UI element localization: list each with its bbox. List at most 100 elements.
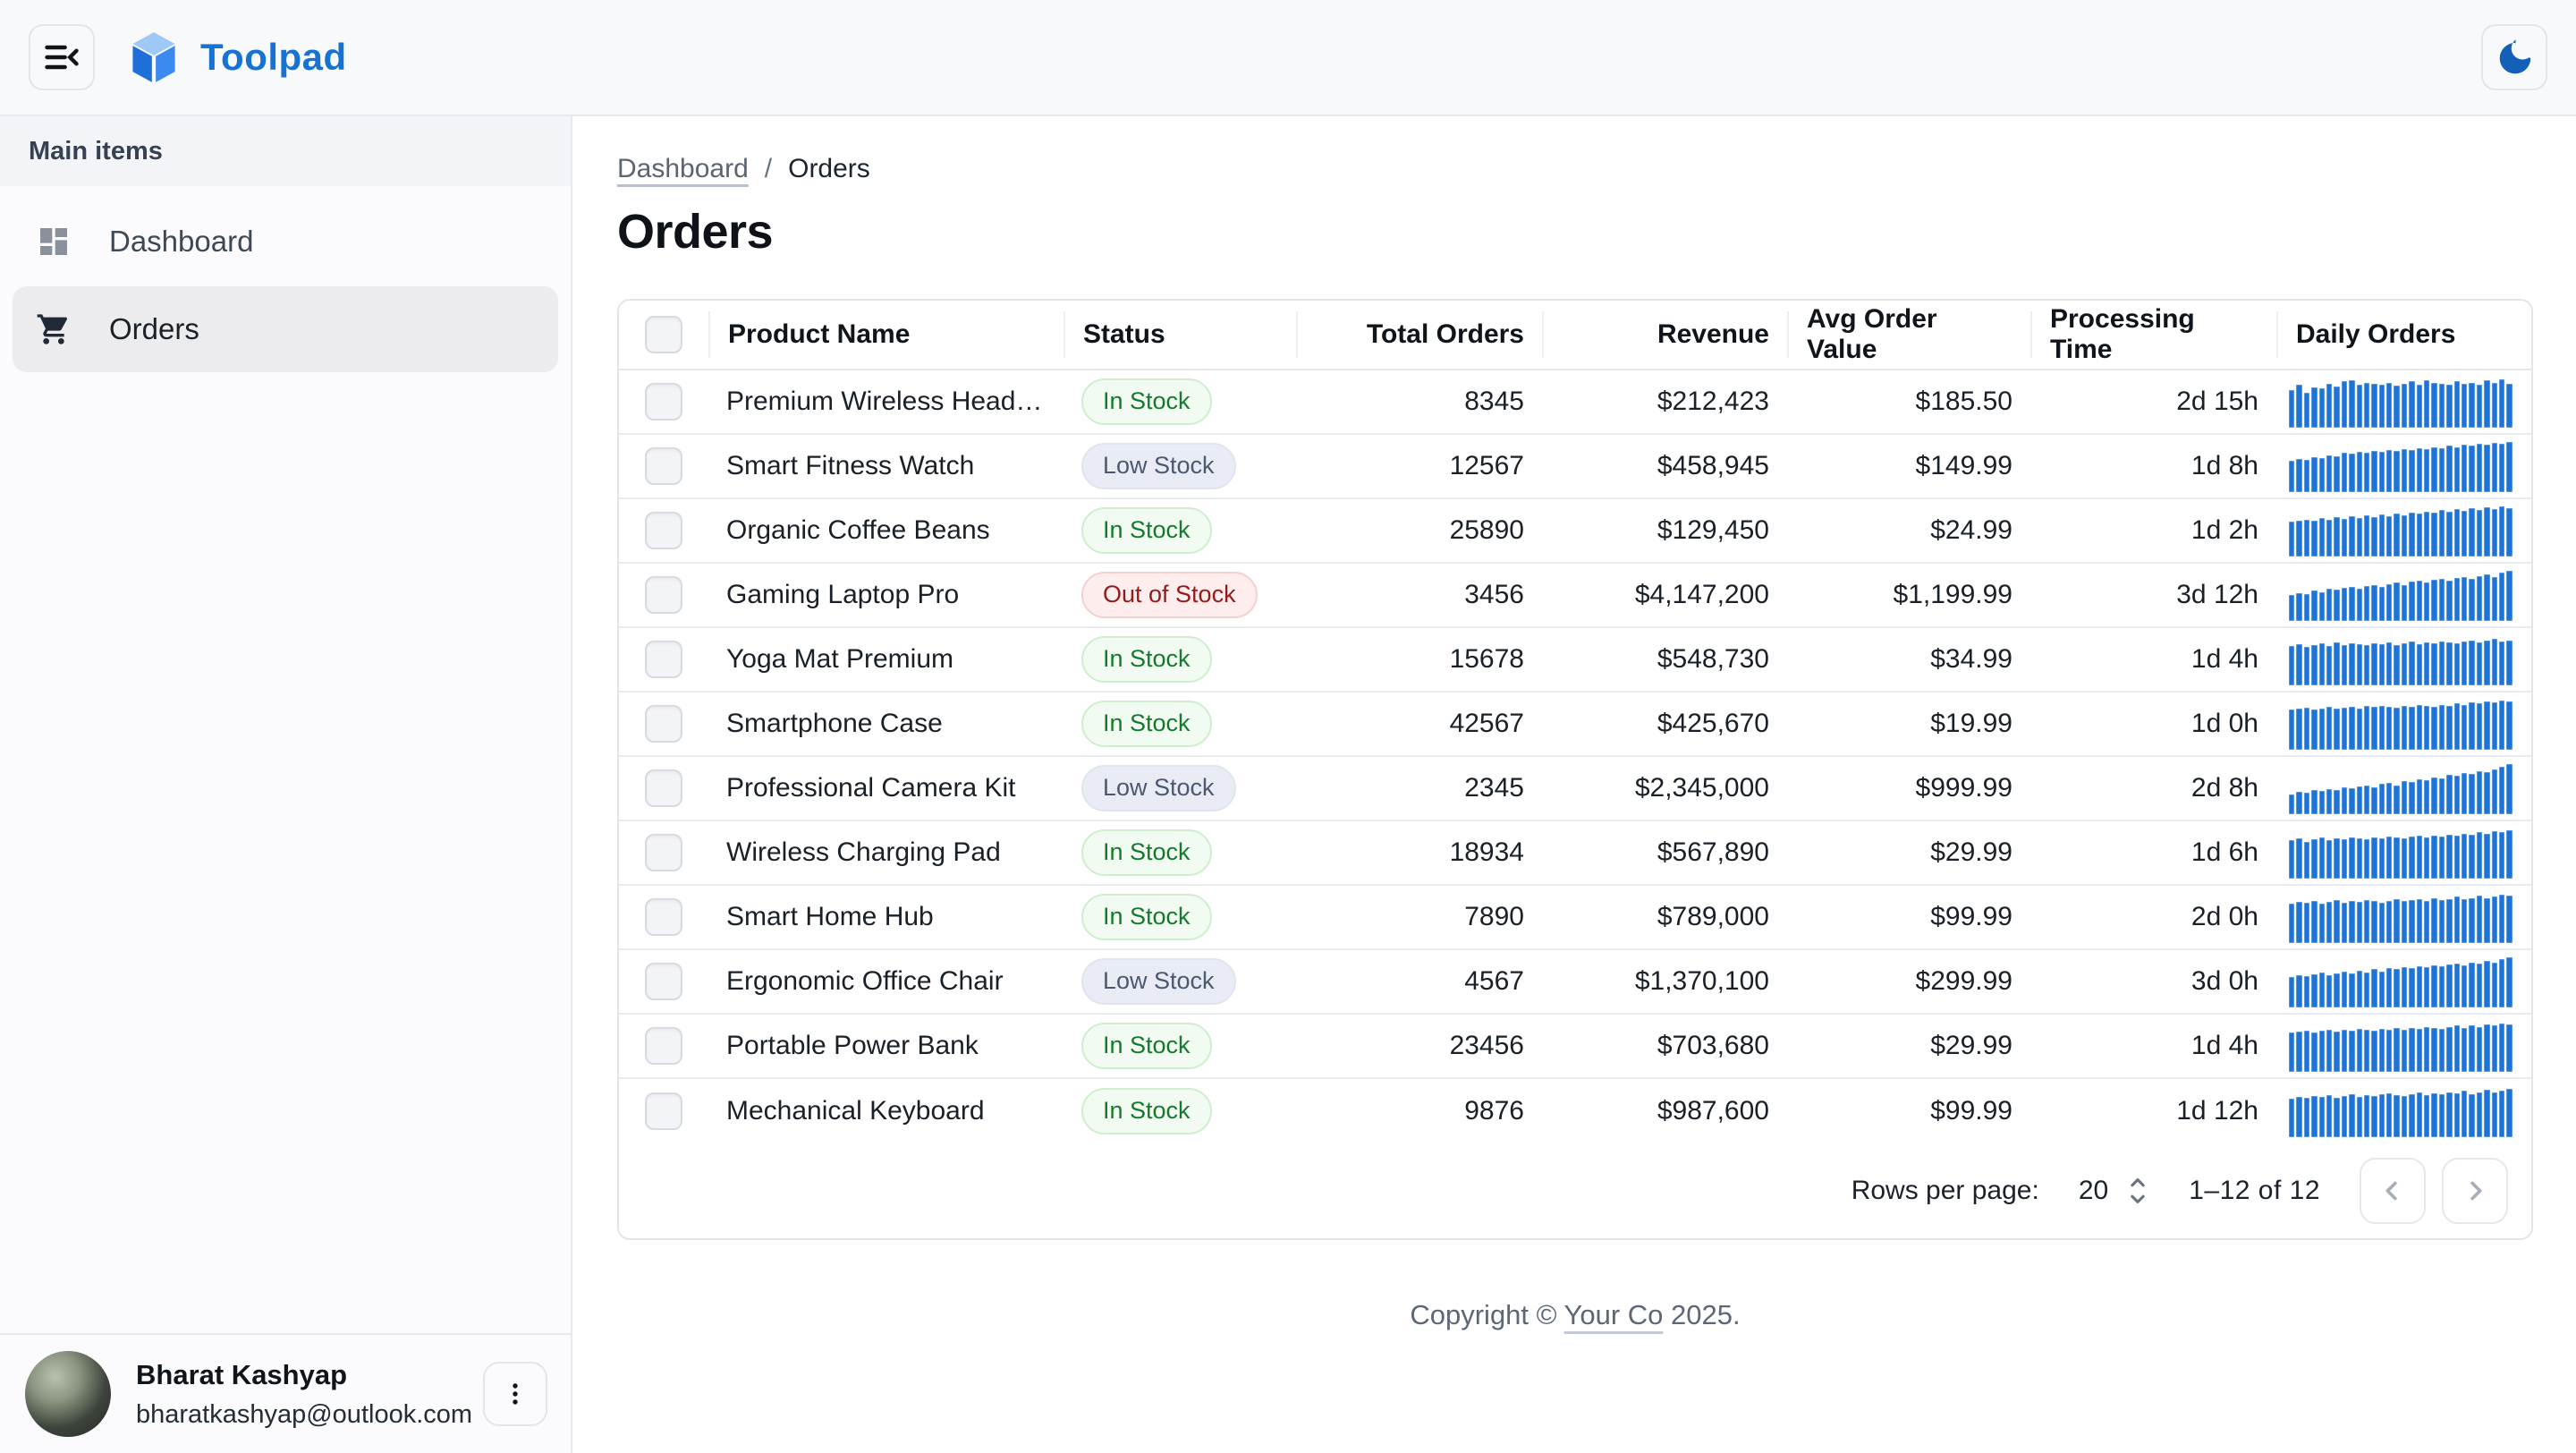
sparkline-bar <box>2484 961 2489 1007</box>
sparkline-bar <box>2469 963 2474 1007</box>
breadcrumb-dashboard-link[interactable]: Dashboard <box>617 154 749 184</box>
avg-order-value-cell: $999.99 <box>1787 773 2030 803</box>
sparkline-bar <box>2319 592 2325 621</box>
sparkline-bar <box>2379 784 2385 814</box>
vertical-dots-icon <box>499 1378 531 1410</box>
sparkline-bar <box>2326 975 2332 1007</box>
sparkline-bar <box>2477 964 2482 1007</box>
sparkline-bar <box>2349 516 2354 557</box>
sparkline-bar <box>2289 904 2294 943</box>
sparkline-bar <box>2424 837 2429 879</box>
sparkline-bar <box>2364 1095 2369 1137</box>
sparkline-bar <box>2386 642 2392 685</box>
row-checkbox[interactable] <box>645 769 682 807</box>
row-checkbox[interactable] <box>645 1027 682 1065</box>
row-checkbox[interactable] <box>645 512 682 549</box>
row-checkbox[interactable] <box>645 898 682 936</box>
row-checkbox[interactable] <box>645 1092 682 1130</box>
sparkline-bar <box>2296 838 2301 879</box>
rows-per-page-select[interactable]: 20 <box>2079 1176 2149 1206</box>
sparkline-bar <box>2499 642 2504 685</box>
sparkline-bar <box>2334 590 2339 621</box>
sparkline-bar <box>2417 514 2422 557</box>
sparkline-bar <box>2439 642 2445 685</box>
table-row: Smartphone CaseIn Stock42567$425,670$19.… <box>619 693 2531 757</box>
sparkline-bar <box>2446 1027 2452 1072</box>
sparkline-bar <box>2439 900 2445 943</box>
theme-toggle-button[interactable] <box>2481 24 2547 90</box>
sparkline-bar <box>2424 380 2429 428</box>
brand[interactable]: Toolpad <box>131 30 347 84</box>
sparkline-bar <box>2304 842 2309 879</box>
sparkline-bar <box>2379 903 2385 943</box>
sparkline-bar <box>2409 642 2414 685</box>
row-checkbox-cell <box>619 705 708 743</box>
sparkline-bar <box>2319 973 2325 1007</box>
sparkline-bar <box>2371 643 2377 685</box>
previous-page-button[interactable] <box>2360 1158 2426 1224</box>
sparkline-bar <box>2431 580 2436 621</box>
row-checkbox[interactable] <box>645 641 682 678</box>
product-name-cell: Professional Camera Kit <box>708 773 1063 803</box>
sparkline-bar <box>2409 582 2414 621</box>
sparkline-bar <box>2469 446 2474 492</box>
sidebar-nav: Dashboard Orders <box>0 186 571 372</box>
sidebar-item-orders[interactable]: Orders <box>13 286 558 372</box>
status-cell: In Stock <box>1063 829 1296 876</box>
status-badge: In Stock <box>1081 894 1212 940</box>
sparkline-bar <box>2484 1024 2489 1072</box>
sparkline-bar <box>2506 571 2512 621</box>
row-checkbox[interactable] <box>645 447 682 485</box>
sparkline-bar <box>2326 902 2332 943</box>
sidebar-item-dashboard[interactable]: Dashboard <box>13 199 558 285</box>
revenue-cell: $1,370,100 <box>1542 966 1787 997</box>
table-row: Professional Camera KitLow Stock2345$2,3… <box>619 757 2531 821</box>
processing-time-cell: 1d 8h <box>2030 451 2276 481</box>
sparkline-bar <box>2439 579 2445 621</box>
row-checkbox[interactable] <box>645 383 682 421</box>
menu-toggle-button[interactable] <box>29 24 95 90</box>
row-checkbox[interactable] <box>645 834 682 871</box>
sparkline-bar <box>2357 709 2362 750</box>
sparkline-bar <box>2492 577 2497 621</box>
sparkline-bar <box>2394 386 2399 428</box>
table-row: Organic Coffee BeansIn Stock25890$129,45… <box>619 499 2531 564</box>
sparkline-bar <box>2357 452 2362 492</box>
sparkline-bar <box>2379 706 2385 750</box>
sparkline-bar <box>2431 447 2436 492</box>
total-orders-cell: 15678 <box>1296 644 1542 675</box>
sparkline-bar <box>2357 518 2362 557</box>
sparkline-bar <box>2334 973 2339 1007</box>
product-name-cell: Smart Fitness Watch <box>708 451 1063 481</box>
row-checkbox[interactable] <box>645 705 682 743</box>
next-page-button[interactable] <box>2442 1158 2508 1224</box>
breadcrumb-separator: / <box>765 154 772 184</box>
sparkline-bar <box>2326 707 2332 750</box>
sparkline-bar <box>2477 1092 2482 1137</box>
sparkline-bar <box>2296 644 2301 685</box>
user-menu-button[interactable] <box>483 1362 547 1426</box>
select-all-checkbox[interactable] <box>645 316 682 353</box>
sparkline-bar <box>2371 707 2377 750</box>
sparkline-bar <box>2417 836 2422 879</box>
sparkline-bar <box>2484 574 2489 621</box>
footer-company-link[interactable]: Your Co <box>1564 1299 1664 1330</box>
status-badge: In Stock <box>1081 829 1212 876</box>
sparkline-bar <box>2379 385 2385 428</box>
sparkline-bar <box>2364 383 2369 428</box>
row-checkbox[interactable] <box>645 576 682 614</box>
select-arrows-icon <box>2126 1176 2149 1206</box>
sparkline-bar <box>2454 1025 2460 1072</box>
sparkline-bar <box>2484 445 2489 492</box>
sparkline-bar <box>2342 519 2347 557</box>
revenue-cell: $789,000 <box>1542 902 1787 932</box>
revenue-cell: $129,450 <box>1542 515 1787 546</box>
breadcrumb: Dashboard / Orders <box>617 154 2533 184</box>
sparkline-bar <box>2371 585 2377 621</box>
row-checkbox[interactable] <box>645 963 682 1000</box>
table-row: Mechanical KeyboardIn Stock9876$987,600$… <box>619 1079 2531 1143</box>
status-cell: In Stock <box>1063 378 1296 425</box>
sparkline-bar <box>2289 794 2294 814</box>
sparkline-bar <box>2296 1032 2301 1072</box>
sparkline-bar <box>2342 708 2347 750</box>
